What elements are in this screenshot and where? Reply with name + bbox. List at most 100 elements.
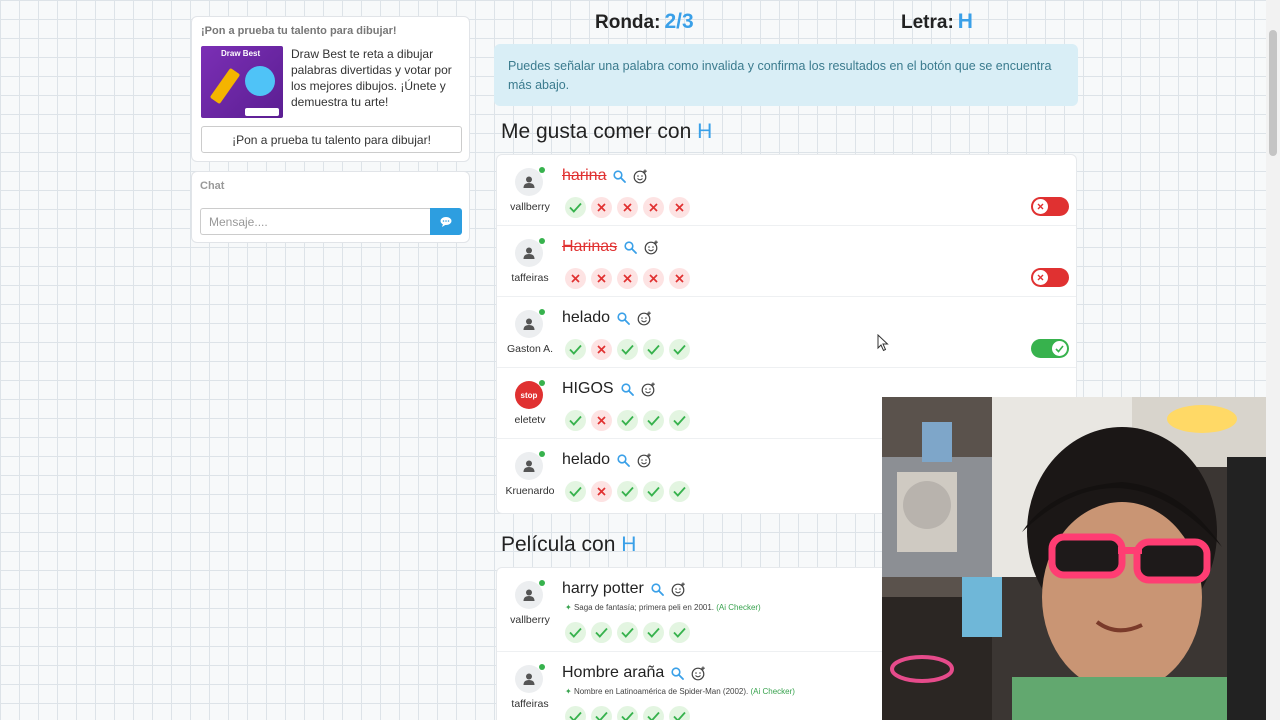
vote-valid — [617, 622, 638, 643]
vote-valid — [565, 339, 586, 360]
toggle-knob — [1033, 270, 1048, 285]
avatar — [515, 580, 545, 609]
search-icon[interactable] — [620, 382, 634, 396]
answer-row: vallberry harina — [497, 155, 1076, 226]
answer-row: taffeiras Harinas — [497, 226, 1076, 297]
cross-icon — [597, 203, 606, 212]
search-icon[interactable] — [613, 169, 627, 183]
answer-word: HIGOS — [562, 380, 656, 398]
round-indicator: Ronda: 2/3 — [595, 10, 694, 34]
vote-valid — [669, 410, 690, 431]
avatar — [515, 238, 545, 267]
vote-valid — [617, 706, 638, 720]
category-title: Me gusta comer con H — [501, 120, 712, 144]
valid-toggle[interactable] — [1031, 268, 1069, 287]
category-letter: H — [621, 533, 637, 556]
online-indicator — [539, 664, 545, 670]
vote-valid — [617, 339, 638, 360]
cross-icon — [675, 274, 684, 283]
answer-text: Hombre araña — [562, 664, 665, 681]
valid-toggle[interactable] — [1031, 339, 1069, 358]
emoji-reaction-icon[interactable] — [637, 453, 652, 468]
promo-title: ¡Pon a prueba tu talento para dibujar! — [201, 25, 397, 37]
check-icon — [647, 344, 660, 355]
vote-valid — [565, 410, 586, 431]
vote-valid — [591, 706, 612, 720]
ai-note: ✦ Nombre en Latinoamérica de Spider-Man … — [565, 687, 795, 696]
vote-invalid — [591, 197, 612, 218]
answer-word: harina — [562, 167, 648, 185]
vote-invalid — [591, 481, 612, 502]
stop-badge-icon: stop — [520, 390, 538, 400]
info-alert: Puedes señalar una palabra como invalida… — [494, 44, 1078, 106]
check-icon — [569, 711, 582, 720]
draw-best-image[interactable]: Draw Best — [201, 46, 283, 118]
emoji-reaction-icon[interactable] — [641, 382, 656, 397]
page-scrollbar[interactable] — [1266, 0, 1280, 720]
avatar — [515, 309, 545, 338]
votes — [565, 481, 690, 502]
chat-message-input[interactable] — [200, 208, 430, 235]
user-avatar-icon — [523, 247, 535, 259]
username: Gaston A. — [506, 343, 554, 355]
check-icon — [621, 415, 634, 426]
chat-bubble-icon — [440, 217, 452, 227]
emoji-reaction-icon[interactable] — [637, 311, 652, 326]
username: vallberry — [510, 614, 550, 626]
vote-valid — [643, 410, 664, 431]
search-icon[interactable] — [624, 240, 638, 254]
vote-valid — [643, 481, 664, 502]
vote-valid — [565, 197, 586, 218]
emoji-reaction-icon[interactable] — [691, 666, 706, 681]
check-icon — [647, 711, 660, 720]
cross-icon — [623, 203, 632, 212]
cross-icon — [649, 274, 658, 283]
username: taffeiras — [511, 698, 549, 710]
vote-valid — [617, 410, 638, 431]
answer-text: HIGOS — [562, 380, 614, 397]
check-icon — [569, 415, 582, 426]
scrollbar-thumb[interactable] — [1269, 30, 1277, 156]
ai-checker-tag: (Ai Checker) — [716, 603, 761, 612]
online-indicator — [539, 238, 545, 244]
letter-indicator: Letra: H — [901, 10, 973, 34]
search-icon[interactable] — [651, 582, 664, 596]
valid-toggle[interactable] — [1031, 197, 1069, 216]
avatar — [515, 451, 545, 480]
sparkle-icon: ✦ — [565, 603, 572, 612]
avatar: stop — [515, 380, 545, 409]
check-icon — [673, 486, 686, 497]
chat-send-button[interactable] — [430, 208, 462, 235]
online-indicator — [539, 309, 545, 315]
cross-icon — [675, 203, 684, 212]
search-icon[interactable] — [671, 666, 685, 680]
category-title-text: Película con — [501, 533, 616, 556]
search-icon[interactable] — [617, 311, 630, 325]
check-icon — [621, 486, 634, 497]
ai-checker-tag: (Ai Checker) — [750, 687, 795, 696]
emoji-reaction-icon[interactable] — [671, 582, 686, 597]
cross-icon — [597, 416, 606, 425]
search-icon[interactable] — [617, 453, 630, 467]
check-icon — [621, 344, 634, 355]
username: taffeiras — [511, 272, 549, 284]
online-indicator — [539, 580, 545, 586]
ai-note: ✦ Saga de fantasía; primera peli en 2001… — [565, 603, 761, 612]
emoji-reaction-icon[interactable] — [633, 169, 648, 184]
toggle-knob — [1033, 199, 1048, 214]
webcam-feed — [882, 397, 1280, 720]
vote-invalid — [565, 268, 586, 289]
votes — [565, 197, 690, 218]
votes — [565, 410, 690, 431]
cross-icon — [623, 274, 632, 283]
check-icon — [595, 711, 608, 720]
check-icon — [647, 627, 660, 638]
emoji-reaction-icon[interactable] — [644, 240, 659, 255]
promo-button[interactable]: ¡Pon a prueba tu talento para dibujar! — [201, 126, 462, 153]
check-icon — [621, 627, 634, 638]
answer-text: harina — [562, 167, 607, 184]
answer-text: helado — [562, 451, 611, 468]
letter-label: Letra: — [901, 12, 954, 33]
check-icon — [569, 344, 582, 355]
promo-card: ¡Pon a prueba tu talento para dibujar! D… — [191, 16, 470, 162]
